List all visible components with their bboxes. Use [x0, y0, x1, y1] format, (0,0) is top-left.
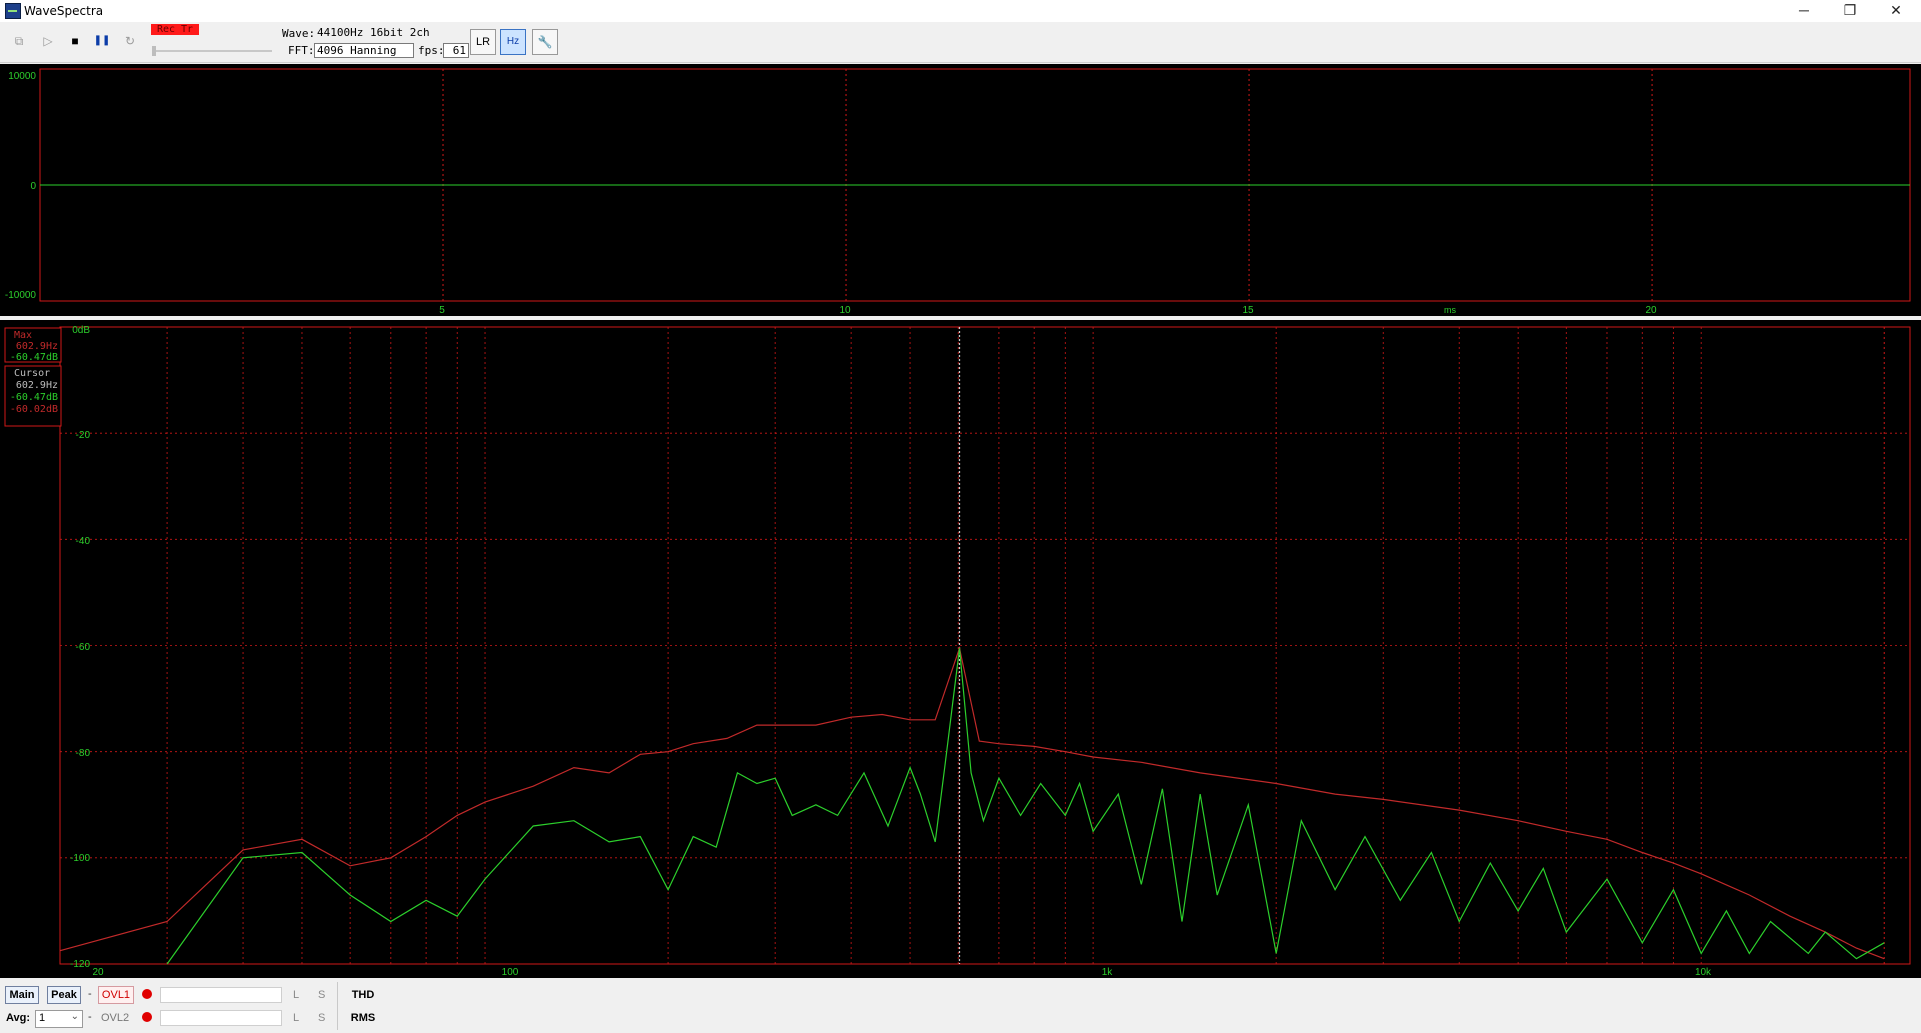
ovl1-l-label[interactable]: L — [293, 989, 299, 1001]
stop-icon[interactable]: ■ — [65, 31, 85, 51]
ovl2-s-label[interactable]: S — [318, 1012, 325, 1024]
restore-button[interactable]: ❐ — [1827, 0, 1873, 22]
loop-icon[interactable]: ↻ — [120, 31, 140, 51]
main-button[interactable]: Main — [5, 986, 39, 1004]
wave-xlabel: 15 — [1242, 305, 1254, 316]
spec-xlabel: 100 — [502, 967, 519, 978]
avg-select[interactable]: 1 ⌄ — [35, 1010, 83, 1028]
avg-label: Avg: — [6, 1012, 31, 1024]
ovl2-name-field[interactable] — [160, 1010, 282, 1026]
wave-ylabel-zero: 0 — [30, 181, 36, 192]
max-freq: 602.9Hz — [16, 341, 58, 352]
spec-xlabel: 10k — [1695, 967, 1712, 978]
pause-icon[interactable]: ❚❚ — [92, 31, 112, 51]
chevron-down-icon: ⌄ — [70, 1011, 79, 1022]
dash-label: - — [88, 988, 92, 1000]
wave-label: Wave: — [282, 27, 316, 40]
thd-button[interactable]: THD — [347, 986, 379, 1004]
waveform-panel: 10000 0 -10000 5 10 15 ms 20 — [0, 64, 1921, 316]
cursor-db-right: -60.02dB — [10, 404, 58, 415]
divider — [337, 982, 338, 1030]
wave-xlabel: 10 — [839, 305, 851, 316]
ovl2-l-label[interactable]: L — [293, 1012, 299, 1024]
minimize-button[interactable]: ─ — [1781, 0, 1827, 22]
ovl2-record-icon[interactable] — [142, 1012, 152, 1022]
wave-ylabel-top: 10000 — [8, 71, 36, 82]
series-line-green — [166, 648, 1885, 965]
spec-ylabel: -100 — [70, 853, 90, 864]
close-button[interactable]: ✕ — [1873, 0, 1919, 22]
spec-ylabel: -40 — [76, 536, 91, 547]
spectrum-panel: 0dB -20 -40 -60 -80 -100 -120 20 100 1k … — [0, 320, 1921, 978]
spec-ylabel: -80 — [76, 748, 91, 759]
toolbar: ⧉ ▷ ■ ❚❚ ↻ Rec Tr Wave: 44100Hz 16bit 2c… — [0, 22, 1921, 63]
ovl1-name-field[interactable] — [160, 987, 282, 1003]
cursor-freq: 602.9Hz — [16, 380, 58, 391]
wave-xlabel: 5 — [439, 305, 445, 316]
cursor-db-left: -60.47dB — [10, 392, 58, 403]
wave-unit-label: ms — [1444, 305, 1456, 315]
fps-label: fps: — [418, 44, 445, 57]
fft-value[interactable]: 4096 Hanning — [314, 43, 414, 58]
window-title: WaveSpectra — [24, 4, 104, 18]
spec-ylabel: 0dB — [72, 325, 90, 336]
fft-label: FFT: — [288, 44, 315, 57]
spec-ylabel: -120 — [70, 959, 90, 970]
max-db: -60.47dB — [10, 352, 58, 363]
spec-xlabel: 20 — [92, 967, 104, 978]
settings-icon[interactable]: 🔧 — [532, 29, 558, 55]
wave-xlabel: 20 — [1645, 305, 1657, 316]
copy-icon[interactable]: ⧉ — [9, 31, 29, 51]
rec-indicator: Rec Tr — [151, 24, 199, 35]
max-title: Max — [14, 330, 32, 341]
cursor-title: Cursor — [14, 368, 50, 379]
fps-value: 61 — [443, 43, 469, 58]
spec-xlabel: 1k — [1102, 967, 1114, 978]
waveform-chart: 10000 0 -10000 5 10 15 ms 20 — [5, 68, 1911, 316]
play-icon[interactable]: ▷ — [38, 31, 58, 51]
avg-value: 1 — [39, 1012, 46, 1024]
ovl2-button[interactable]: OVL2 — [101, 1012, 129, 1024]
channel-lr-icon[interactable]: LR — [470, 29, 496, 55]
app-icon — [5, 3, 21, 19]
wave-value: 44100Hz 16bit 2ch — [317, 26, 430, 39]
spectrum-chart: 0dB -20 -40 -60 -80 -100 -120 20 100 1k … — [4, 325, 1911, 978]
peak-button[interactable]: Peak — [47, 986, 81, 1004]
rms-button[interactable]: RMS — [347, 1009, 379, 1027]
title-bar: WaveSpectra ─ ❐ ✕ — [0, 0, 1921, 22]
frequency-mode-icon[interactable]: Hz — [500, 29, 526, 55]
wave-ylabel-bottom: -10000 — [5, 290, 37, 301]
series-line-red — [59, 645, 1885, 960]
ovl1-button[interactable]: OVL1 — [98, 986, 134, 1004]
level-slider-thumb[interactable] — [152, 46, 156, 56]
spec-ylabel: -60 — [76, 642, 91, 653]
spec-ylabel: -20 — [76, 430, 91, 441]
ovl1-record-icon[interactable] — [142, 989, 152, 999]
ovl1-s-label[interactable]: S — [318, 989, 325, 1001]
level-slider-track[interactable] — [152, 50, 272, 52]
bottom-toolbar: Main Peak - OVL1 L S THD Avg: 1 ⌄ - OVL2… — [0, 980, 1921, 1033]
dash-label: - — [88, 1011, 92, 1023]
